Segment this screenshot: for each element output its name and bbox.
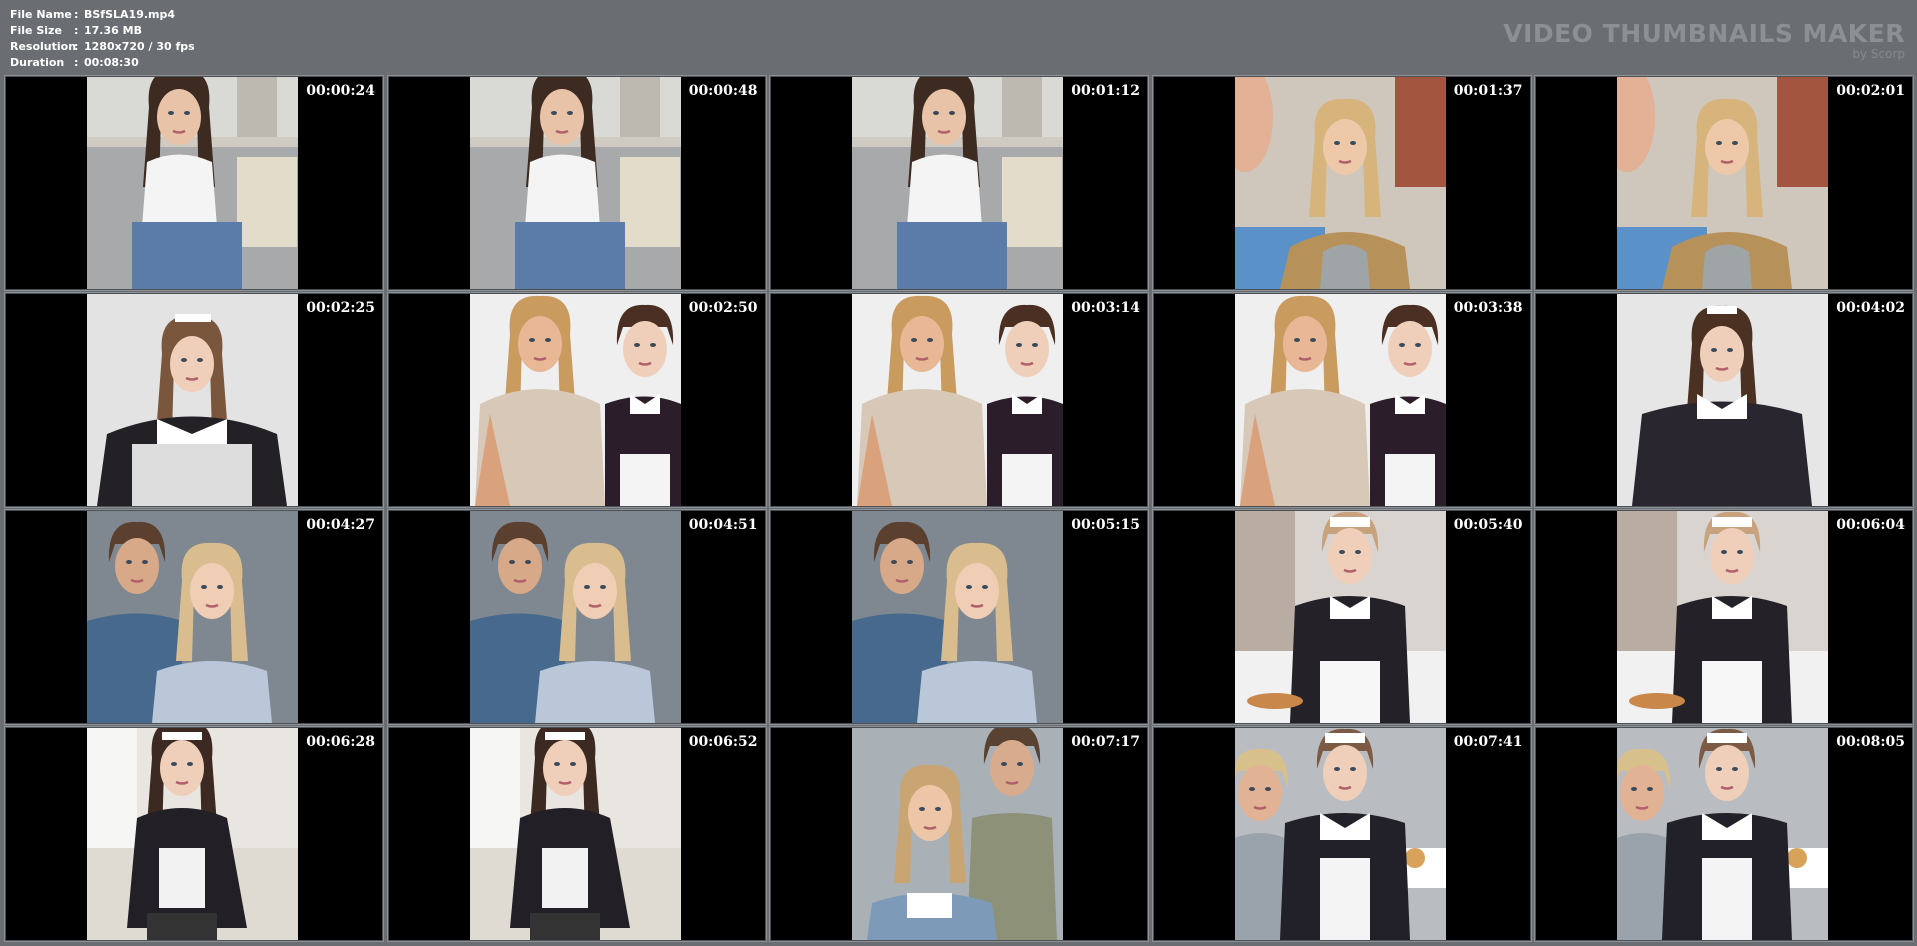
thumbnail-timestamp: 00:06:52 — [688, 734, 758, 750]
thumbnail-tile[interactable]: 00:02:50 — [388, 294, 765, 506]
thumbnail-frame-image — [1234, 511, 1446, 723]
file-name-row: File Name : BSfSLA19.mp4 — [10, 7, 195, 23]
thumbnail-frame-image — [469, 511, 681, 723]
thumbnail-frame-image — [87, 77, 298, 289]
header: File Name : BSfSLA19.mp4 File Size : 17.… — [0, 0, 1917, 72]
thumbnail-tile[interactable]: 00:02:25 — [6, 294, 382, 506]
thumbnail-frame-image — [469, 77, 681, 289]
thumbnail-frame-image — [87, 511, 298, 723]
separator: : — [74, 24, 79, 37]
thumbnail-frame-image — [1617, 511, 1828, 723]
thumbnail-frame-image — [852, 294, 1063, 506]
thumbnail-timestamp: 00:05:40 — [1453, 517, 1523, 533]
thumbnail-tile[interactable]: 00:06:28 — [6, 728, 382, 940]
brand-subtitle: by Scorp — [1852, 47, 1905, 61]
thumbnail-timestamp: 00:02:25 — [306, 300, 375, 316]
thumbnail-frame-image — [469, 294, 681, 506]
thumbnail-tile[interactable]: 00:06:04 — [1536, 511, 1912, 723]
thumbnail-frame-image — [852, 728, 1063, 940]
duration-label: Duration — [10, 56, 65, 69]
file-size-row: File Size : 17.36 MB — [10, 23, 195, 39]
thumbnail-timestamp: 00:04:27 — [306, 517, 375, 533]
thumbnail-timestamp: 00:08:05 — [1836, 734, 1905, 750]
file-size-value: 17.36 MB — [84, 24, 142, 37]
thumbnail-frame-image — [469, 728, 681, 940]
thumbnail-timestamp: 00:02:01 — [1836, 83, 1905, 99]
thumbnail-tile[interactable]: 00:02:01 — [1536, 77, 1912, 289]
thumbnail-timestamp: 00:06:28 — [306, 734, 375, 750]
duration-row: Duration : 00:08:30 — [10, 55, 195, 71]
thumbnail-tile[interactable]: 00:03:38 — [1153, 294, 1530, 506]
thumbnail-frame-image — [1617, 77, 1828, 289]
thumbnail-timestamp: 00:03:38 — [1453, 300, 1523, 316]
thumbnail-frame-image — [1617, 294, 1828, 506]
thumbnail-timestamp: 00:03:14 — [1071, 300, 1140, 316]
thumbnail-frame-image — [852, 511, 1063, 723]
thumbnail-frame-image — [87, 294, 298, 506]
thumbnail-timestamp: 00:04:02 — [1836, 300, 1905, 316]
thumbnail-frame-image — [1234, 728, 1446, 940]
thumbnail-timestamp: 00:02:50 — [688, 300, 758, 316]
file-name-value: BSfSLA19.mp4 — [84, 8, 176, 21]
thumbnail-tile[interactable]: 00:05:40 — [1153, 511, 1530, 723]
file-info: File Name : BSfSLA19.mp4 File Size : 17.… — [10, 7, 195, 71]
separator: : — [74, 8, 79, 21]
resolution-label: Resolution — [10, 40, 77, 53]
thumbnail-frame-image — [87, 728, 298, 940]
file-size-label: File Size — [10, 24, 62, 37]
thumbnail-timestamp: 00:00:24 — [306, 83, 375, 99]
thumbnail-tile[interactable]: 00:04:27 — [6, 511, 382, 723]
duration-value: 00:08:30 — [84, 56, 139, 69]
thumbnail-frame-image — [1234, 294, 1446, 506]
thumbnail-tile[interactable]: 00:05:15 — [771, 511, 1147, 723]
thumbnail-frame-image — [852, 77, 1063, 289]
thumbnail-timestamp: 00:01:12 — [1071, 83, 1140, 99]
brand-watermark: VIDEO THUMBNAILS MAKER by Scorp — [1503, 19, 1905, 61]
thumbnail-timestamp: 00:07:41 — [1453, 734, 1523, 750]
separator: : — [74, 40, 79, 53]
thumbnail-timestamp: 00:00:48 — [688, 83, 758, 99]
thumbnail-timestamp: 00:04:51 — [688, 517, 758, 533]
thumbnail-tile[interactable]: 00:04:02 — [1536, 294, 1912, 506]
thumbnail-tile[interactable]: 00:06:52 — [388, 728, 765, 940]
thumbnail-grid: 00:00:24 00:00:48 00:01:12 00:01:37 00:0… — [6, 77, 1912, 941]
thumbnail-tile[interactable]: 00:00:48 — [388, 77, 765, 289]
separator: : — [74, 56, 79, 69]
thumbnail-tile[interactable]: 00:00:24 — [6, 77, 382, 289]
thumbnail-tile[interactable]: 00:01:37 — [1153, 77, 1530, 289]
thumbnail-tile[interactable]: 00:04:51 — [388, 511, 765, 723]
thumbnail-timestamp: 00:01:37 — [1453, 83, 1523, 99]
resolution-row: Resolution : 1280x720 / 30 fps — [10, 39, 195, 55]
brand-title: VIDEO THUMBNAILS MAKER — [1503, 19, 1905, 48]
thumbnail-timestamp: 00:06:04 — [1836, 517, 1905, 533]
thumbnail-tile[interactable]: 00:07:41 — [1153, 728, 1530, 940]
thumbnail-tile[interactable]: 00:03:14 — [771, 294, 1147, 506]
thumbnail-timestamp: 00:05:15 — [1071, 517, 1140, 533]
thumbnail-timestamp: 00:07:17 — [1071, 734, 1140, 750]
file-name-label: File Name — [10, 8, 72, 21]
thumbnail-tile[interactable]: 00:07:17 — [771, 728, 1147, 940]
thumbnail-tile[interactable]: 00:08:05 — [1536, 728, 1912, 940]
thumbnail-frame-image — [1234, 77, 1446, 289]
resolution-value: 1280x720 / 30 fps — [84, 40, 195, 53]
thumbnail-frame-image — [1617, 728, 1828, 940]
thumbnail-tile[interactable]: 00:01:12 — [771, 77, 1147, 289]
